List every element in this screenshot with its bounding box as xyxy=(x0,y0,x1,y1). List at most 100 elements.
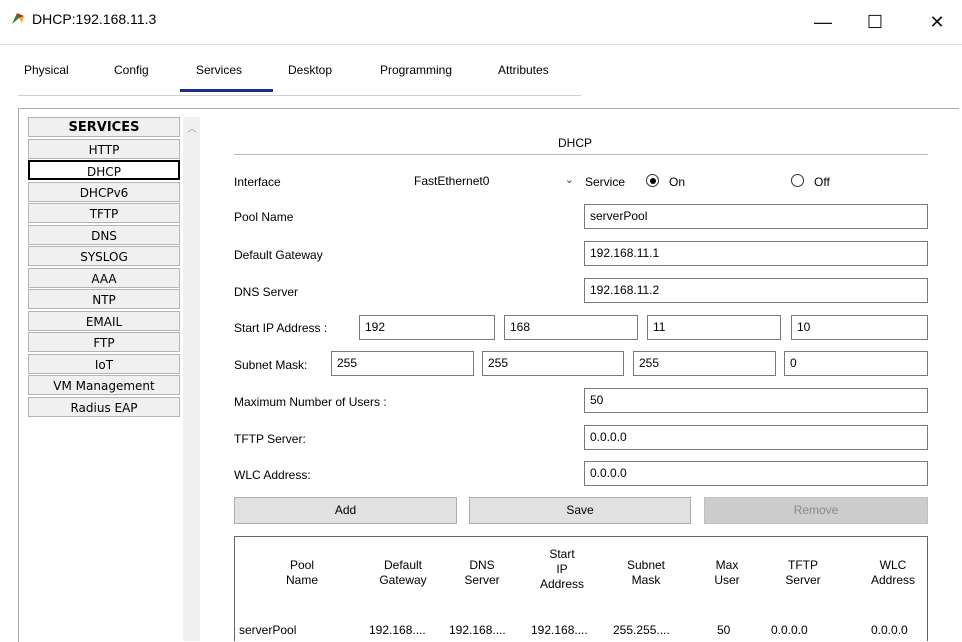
sidebar-item-dhcpv6[interactable]: DHCPv6 xyxy=(28,181,180,202)
header-line: Pool xyxy=(289,558,315,572)
dns-server-label: DNS Server xyxy=(234,285,299,299)
wlc-address-field[interactable]: 0.0.0.0 xyxy=(584,461,928,486)
cell-wlc-address: 0.0.0.0 xyxy=(871,623,908,637)
header-line: Server xyxy=(464,573,500,587)
interface-select[interactable]: FastEthernet0 ⌄ xyxy=(410,169,578,194)
subnet-mask-octet-1[interactable]: 255 xyxy=(331,351,474,376)
cell-start-ip: 192.168.... xyxy=(531,623,588,637)
header-line: Mask xyxy=(631,573,661,587)
sidebar-item-vm-management[interactable]: VM Management xyxy=(28,375,180,395)
sidebar-item-dhcp[interactable]: DHCP xyxy=(28,160,180,180)
header-line: Start xyxy=(549,547,575,561)
service-on-radio[interactable] xyxy=(646,174,659,187)
header-line: Max xyxy=(715,558,739,572)
window-title: DHCP:192.168.11.3 xyxy=(32,11,157,27)
header-line: User xyxy=(714,573,740,587)
start-ip-octet-2[interactable]: 168 xyxy=(504,315,638,340)
title-bar: DHCP:192.168.11.3 — ☐ ✕ xyxy=(0,0,962,44)
close-button[interactable]: ✕ xyxy=(914,0,960,44)
tab-programming[interactable]: Programming xyxy=(380,63,452,77)
pool-name-field[interactable]: serverPool xyxy=(584,204,928,229)
pool-name-label: Pool Name xyxy=(234,210,294,224)
interface-value: FastEthernet0 xyxy=(414,174,490,188)
sidebar-scrollbar[interactable] xyxy=(183,117,200,641)
sidebar-item-dns[interactable]: DNS xyxy=(28,224,180,245)
sidebar-item-syslog[interactable]: SYSLOG xyxy=(28,246,180,266)
subnet-mask-octet-2[interactable]: 255 xyxy=(482,351,624,376)
cell-dns-server: 192.168.... xyxy=(449,623,506,637)
header-line: WLC xyxy=(879,558,907,572)
add-button[interactable]: Add xyxy=(234,497,457,524)
chevron-down-icon: ⌄ xyxy=(564,174,574,186)
cell-subnet-mask: 255.255.... xyxy=(613,623,670,637)
tab-divider xyxy=(18,95,581,96)
max-users-field[interactable]: 50 xyxy=(584,388,928,413)
header-line: Address xyxy=(539,577,585,591)
panel-title: DHCP xyxy=(558,136,593,150)
pool-table: Pool Name Default Gateway DNS Server Sta… xyxy=(234,536,928,641)
max-users-label: Maximum Number of Users : xyxy=(234,395,387,409)
service-on-label: On xyxy=(669,175,686,189)
header-line: Server xyxy=(785,573,821,587)
sidebar-item-email[interactable]: EMAIL xyxy=(28,310,180,331)
column-header-subnet-mask: Subnet Mask xyxy=(615,558,677,588)
start-ip-label: Start IP Address : xyxy=(234,321,328,335)
sidebar-item-aaa[interactable]: AAA xyxy=(28,267,180,288)
sidebar-item-ftp[interactable]: FTP xyxy=(28,332,180,352)
service-off-label: Off xyxy=(814,175,830,189)
services-sidebar: SERVICES HTTP DHCP DHCPv6 TFTP DNS SYSLO… xyxy=(28,117,180,418)
service-off-radio[interactable] xyxy=(791,174,804,187)
column-header-wlc-address: WLC Address xyxy=(863,558,923,588)
active-tab-indicator xyxy=(180,89,273,92)
header-line: Gateway xyxy=(379,573,427,587)
tab-services[interactable]: Services xyxy=(196,63,242,77)
wlc-address-label: WLC Address: xyxy=(234,468,311,482)
title-divider xyxy=(0,44,962,45)
default-gateway-field[interactable]: 192.168.11.1 xyxy=(584,241,928,266)
column-header-pool-name: Pool Name xyxy=(277,558,327,588)
tab-attributes[interactable]: Attributes xyxy=(498,63,549,77)
minimize-button[interactable]: — xyxy=(800,0,846,44)
save-button[interactable]: Save xyxy=(469,497,691,524)
default-gateway-label: Default Gateway xyxy=(234,248,323,262)
column-header-start-ip: Start IP Address xyxy=(531,547,593,592)
header-line: Default xyxy=(383,558,423,572)
sidebar-item-http[interactable]: HTTP xyxy=(28,138,180,159)
cell-default-gateway: 192.168.... xyxy=(369,623,426,637)
header-line: DNS xyxy=(469,558,495,572)
subnet-mask-octet-3[interactable]: 255 xyxy=(633,351,776,376)
sidebar-item-tftp[interactable]: TFTP xyxy=(28,203,180,223)
header-line: TFTP xyxy=(788,558,818,572)
scroll-up-icon[interactable]: ︿ xyxy=(187,120,197,135)
panel-divider xyxy=(234,154,928,155)
dns-server-field[interactable]: 192.168.11.2 xyxy=(584,278,928,303)
subnet-mask-octet-4[interactable]: 0 xyxy=(784,351,928,376)
tftp-server-label: TFTP Server: xyxy=(234,432,306,446)
column-header-default-gateway: Default Gateway xyxy=(369,558,437,588)
header-line: Subnet xyxy=(626,558,666,572)
sidebar-item-iot[interactable]: IoT xyxy=(28,353,180,374)
header-line: Address xyxy=(870,573,916,587)
tab-config[interactable]: Config xyxy=(114,63,149,77)
sidebar-item-ntp[interactable]: NTP xyxy=(28,289,180,309)
tab-physical[interactable]: Physical xyxy=(24,63,69,77)
cell-max-user: 50 xyxy=(717,623,731,637)
sidebar-item-radius-eap[interactable]: Radius EAP xyxy=(28,396,180,417)
tftp-server-field[interactable]: 0.0.0.0 xyxy=(584,425,928,450)
maximize-button[interactable]: ☐ xyxy=(852,0,898,44)
sidebar-header: SERVICES xyxy=(28,117,180,137)
column-header-max-user: Max User xyxy=(709,558,745,588)
tab-bar: Physical Config Services Desktop Program… xyxy=(18,63,958,95)
column-header-tftp-server: TFTP Server xyxy=(775,558,831,588)
header-line: Name xyxy=(285,573,318,587)
packet-tracer-icon xyxy=(12,13,24,24)
interface-label: Interface xyxy=(234,175,281,189)
start-ip-octet-4[interactable]: 10 xyxy=(791,315,928,340)
remove-button[interactable]: Remove xyxy=(704,497,928,524)
subnet-mask-label: Subnet Mask: xyxy=(234,358,308,372)
cell-pool-name: serverPool xyxy=(239,623,297,637)
start-ip-octet-3[interactable]: 11 xyxy=(647,315,781,340)
service-label: Service xyxy=(585,175,626,189)
tab-desktop[interactable]: Desktop xyxy=(288,63,332,77)
start-ip-octet-1[interactable]: 192 xyxy=(359,315,495,340)
